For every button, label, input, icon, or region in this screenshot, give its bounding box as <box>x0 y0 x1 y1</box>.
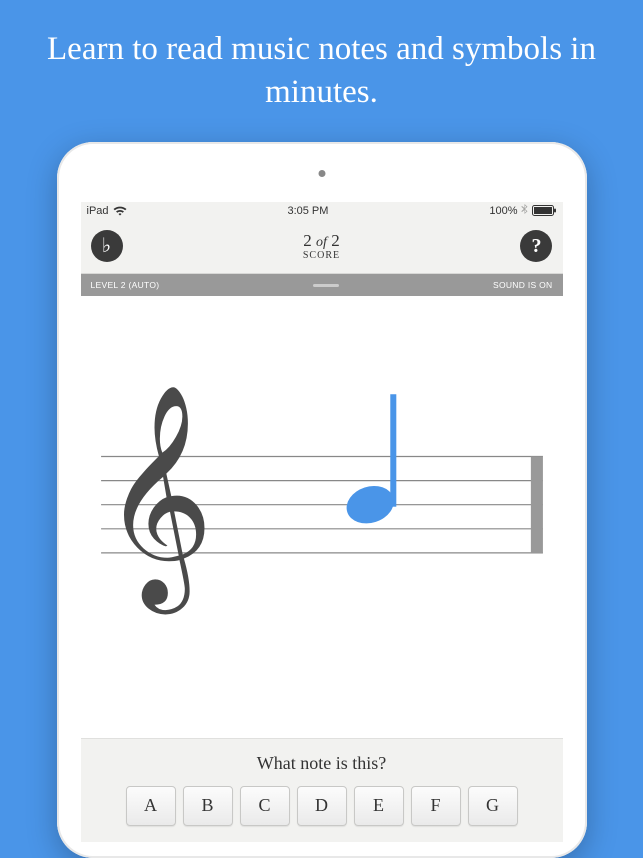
answer-button-f[interactable]: F <box>411 786 461 826</box>
accidentals-button[interactable]: ♭ <box>91 230 123 262</box>
flat-icon: ♭ <box>102 236 111 256</box>
bluetooth-icon <box>521 204 528 218</box>
battery-percent: 100% <box>489 205 517 217</box>
staff-area: 𝄞 <box>81 296 563 738</box>
answer-button-c[interactable]: C <box>240 786 290 826</box>
quarter-note-icon <box>341 394 398 529</box>
barline <box>530 457 542 553</box>
wifi-icon <box>113 206 127 216</box>
sound-label: SOUND IS ON <box>493 280 553 290</box>
answer-button-d[interactable]: D <box>297 786 347 826</box>
status-bar: iPad 3:05 PM 100% <box>81 202 563 220</box>
score-label: SCORE <box>303 250 340 261</box>
answer-button-e[interactable]: E <box>354 786 404 826</box>
battery-icon <box>532 205 556 216</box>
status-time: 3:05 PM <box>287 205 328 217</box>
score-total: 2 <box>331 231 340 250</box>
question-prompt: What note is this? <box>91 753 553 774</box>
answer-button-a[interactable]: A <box>126 786 176 826</box>
score-current: 2 <box>303 231 312 250</box>
app-screen: iPad 3:05 PM 100% ♭ <box>81 202 563 842</box>
settings-banner[interactable]: LEVEL 2 (AUTO) SOUND IS ON <box>81 274 563 296</box>
drag-handle-icon <box>313 284 339 287</box>
app-header: ♭ 2 of 2 SCORE ? <box>81 220 563 274</box>
answer-button-b[interactable]: B <box>183 786 233 826</box>
score-display: 2 of 2 SCORE <box>303 231 340 261</box>
treble-clef-icon: 𝄞 <box>101 387 214 615</box>
music-staff: 𝄞 <box>81 336 563 698</box>
device-label: iPad <box>87 205 109 217</box>
tablet-frame: iPad 3:05 PM 100% ♭ <box>57 142 587 858</box>
level-label: LEVEL 2 (AUTO) <box>91 280 160 290</box>
tablet-camera <box>318 170 325 177</box>
answer-row: A B C D E F G <box>91 786 553 826</box>
answer-button-g[interactable]: G <box>468 786 518 826</box>
promo-headline: Learn to read music notes and symbols in… <box>0 0 643 138</box>
question-mark-icon: ? <box>531 235 541 258</box>
score-of: of <box>316 235 327 250</box>
help-button[interactable]: ? <box>520 230 552 262</box>
question-area: What note is this? A B C D E F G <box>81 738 563 842</box>
